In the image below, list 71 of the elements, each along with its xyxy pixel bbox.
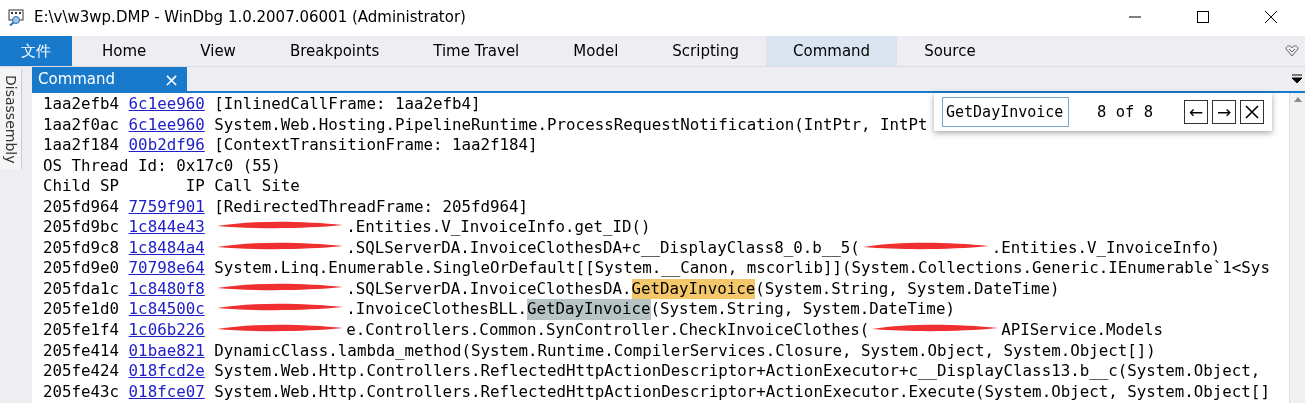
call-site-text: System.Web.Hosting.PipelineRuntime.ProcessRequestNotification(IntPtr, IntPt (214, 114, 928, 136)
ip-link[interactable]: 018fcd2e (128, 361, 205, 382)
output-text: OS Thread Id: 0x17c0 (55) (43, 155, 281, 177)
ip-link[interactable]: 00b2df96 (128, 135, 205, 156)
call-site-text: DynamicClass.lambda_method(System.Runtime.CompilerServices.Closure, System.Object, System.Object[]) (214, 340, 1156, 362)
call-site-text: System.Linq.Enumerable.SingleOrDefault[[System.__Canon, mscorlib]](System.Collections.Generic.IEnumerable`1<Sys (214, 258, 1270, 279)
stack-pointer: 205fe1d0 (43, 299, 120, 320)
match-count: 8 of 8 (1097, 103, 1153, 121)
window-title: E:\v\w3wp.DMP - WinDbg 1.0.2007.06001 (Administrator) (34, 7, 466, 26)
file-menu-button[interactable]: 文件 (0, 36, 72, 66)
stack-pointer: 205fe43c (43, 381, 120, 403)
call-site-text: .Entities.V_InvoiceInfo.get_ID() (346, 217, 651, 238)
call-site-text: System.Web.Http.Controllers.ReflectedHttpActionDescriptor+ActionExecutor+c__DisplayClass13.b__c(System.Object, (214, 361, 1261, 382)
stack-pointer: 205fd9e0 (43, 258, 120, 279)
call-site-text: (System.String, System.DateTime) (755, 278, 1060, 300)
ip-link[interactable]: 018fce07 (128, 381, 205, 403)
previous-match-button[interactable]: ← (1184, 100, 1208, 124)
ribbon-tab[interactable]: Scripting (645, 36, 767, 66)
current-search-match: GetDayInvoice (631, 278, 756, 300)
ip-link[interactable]: 1c8484a4 (128, 237, 205, 259)
stack-pointer: 205fe424 (43, 361, 120, 382)
side-tab[interactable]: Disassembly (0, 69, 22, 170)
ip-link[interactable]: 1c06b226 (128, 320, 205, 341)
call-site-text: [RedirectedThreadFrame: 205fd964] (214, 196, 529, 218)
ip-link[interactable]: 70798e64 (128, 258, 205, 279)
find-field[interactable]: GetDayInvoice (942, 97, 1069, 127)
stack-pointer: 205fd964 (43, 196, 120, 218)
tab-close-button[interactable]: × (163, 68, 179, 90)
call-site-text: .InvoiceClothesBLL. (346, 299, 527, 320)
dropdown-icon[interactable] (1292, 74, 1302, 84)
ribbon-tab[interactable]: Breakpoints (262, 36, 407, 66)
stack-pointer: 205fda1c (43, 278, 120, 300)
call-site-text: [ContextTransitionFrame: 1aa2f184] (214, 135, 538, 156)
call-site-text: [InlinedCallFrame: 1aa2efb4] (214, 94, 481, 115)
close-icon (1244, 104, 1260, 120)
app-icon (8, 7, 26, 26)
stack-pointer: 205fe1f4 (43, 320, 120, 341)
call-site-text: System.Web.Http.Controllers.ReflectedHttpActionDescriptor+ActionExecutor.Execute(System.Object, System.Object[] (214, 381, 1270, 403)
ribbon-tab[interactable]: Model (546, 36, 646, 66)
ip-link[interactable]: 1c844e43 (128, 217, 205, 238)
ribbon-tab[interactable]: View (173, 36, 263, 66)
call-site-text: APIService.Models (1001, 320, 1163, 341)
output-text: Child SP IP Call Site (43, 176, 300, 197)
ip-link[interactable]: 1c8480f8 (128, 278, 205, 300)
ribbon-tab[interactable]: Time Travel (406, 36, 547, 66)
close-find-button[interactable] (1240, 100, 1264, 124)
ip-link[interactable]: 6c1ee960 (128, 114, 205, 136)
ip-link[interactable]: 01bae821 (128, 340, 205, 362)
call-site-text: .SQLServerDA.InvoiceClothesDA+c__DisplayClass8_0.b__5( (346, 237, 860, 259)
search-match: GetDayInvoice (526, 299, 651, 320)
collapse-ribbon-icon[interactable] (1285, 45, 1299, 57)
stack-pointer: 1aa2f184 (43, 135, 120, 156)
call-site-text: .SQLServerDA.InvoiceClothesDA. (346, 278, 632, 300)
stack-pointer: 1aa2f0ac (43, 114, 120, 136)
ribbon-tab[interactable]: Home (75, 36, 174, 66)
stack-pointer: 205fd9c8 (43, 237, 120, 259)
next-match-button[interactable]: → (1212, 100, 1236, 124)
stack-pointer: 205fd9bc (43, 217, 120, 238)
close-icon[interactable] (1264, 9, 1278, 24)
ribbon-tab[interactable]: Command (766, 36, 898, 66)
call-site-text: .Entities.V_InvoiceInfo) (991, 237, 1221, 259)
ip-link[interactable]: 7759f901 (128, 196, 205, 218)
ip-link[interactable]: 1c84500c (128, 299, 205, 320)
maximize-icon[interactable] (1196, 9, 1210, 24)
call-site-text: (System.String, System.DateTime) (650, 299, 955, 320)
document-tab[interactable]: Command × (32, 67, 187, 91)
stack-pointer: 1aa2efb4 (43, 94, 120, 115)
stack-pointer: 205fe414 (43, 340, 120, 362)
call-site-text: e.Controllers.Common.SynController.CheckInvoiceClothes( (346, 320, 870, 341)
ip-link[interactable]: 6c1ee960 (128, 94, 205, 115)
ribbon-tab[interactable]: Source (897, 36, 1003, 66)
